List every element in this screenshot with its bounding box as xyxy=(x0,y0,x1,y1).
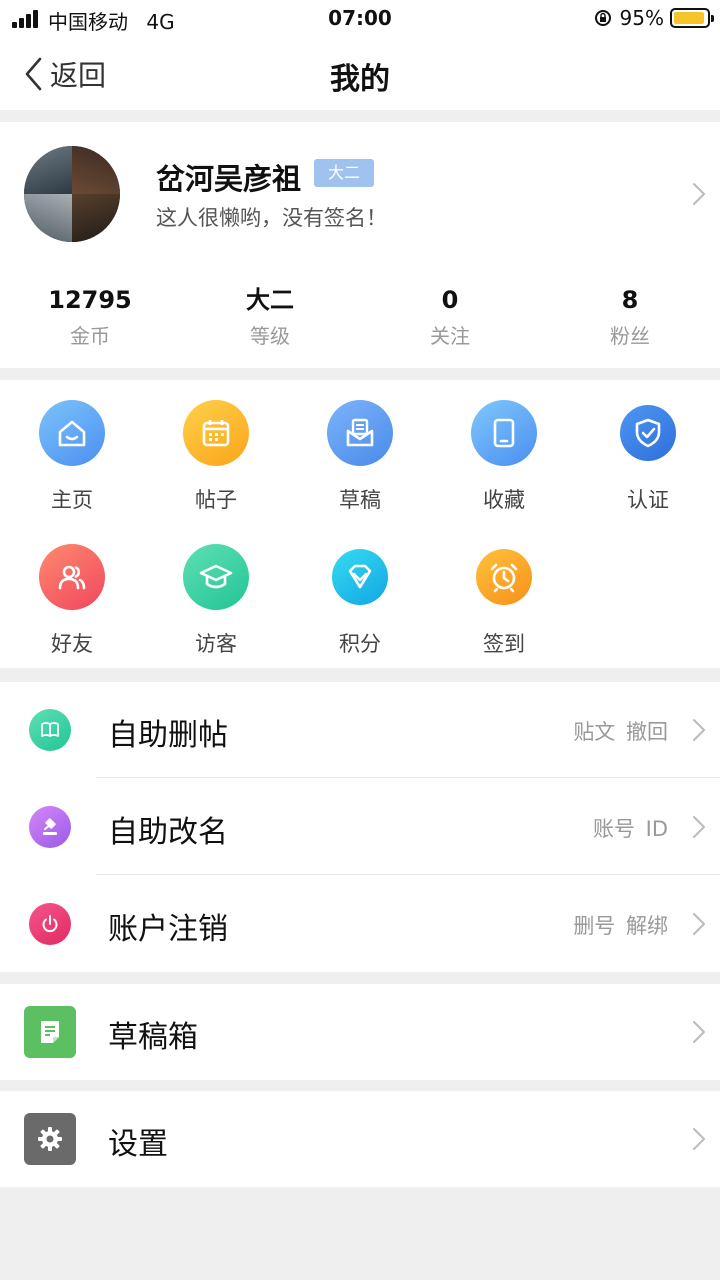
menu-item-rename[interactable]: 自助改名 账号 ID xyxy=(0,779,720,875)
grid-label: 收藏 xyxy=(483,488,525,512)
avatar[interactable] xyxy=(24,146,120,242)
stat-value: 0 xyxy=(441,286,459,314)
grid-item-visitors[interactable]: 访客 xyxy=(144,524,288,656)
grid-label: 好友 xyxy=(51,632,93,656)
shield-check-icon xyxy=(620,405,676,461)
power-icon xyxy=(29,903,71,945)
status-bar: 中国移动 4G 07:00 95% xyxy=(0,0,720,40)
level-badge: 大二 xyxy=(314,159,374,187)
chevron-right-icon xyxy=(693,816,705,838)
tablet-icon xyxy=(471,400,537,466)
battery-icon xyxy=(670,8,714,28)
stat-label: 关注 xyxy=(430,324,470,348)
menu-item-drafts[interactable]: 草稿箱 xyxy=(0,984,720,1080)
grid-label: 帖子 xyxy=(195,488,237,512)
grid-item-checkin[interactable]: 签到 xyxy=(432,524,576,656)
grid-label: 主页 xyxy=(51,488,93,512)
friends-icon xyxy=(39,544,105,610)
stat-value: 8 xyxy=(621,286,639,314)
document-icon xyxy=(24,1006,76,1058)
grid-item-friends[interactable]: 好友 xyxy=(0,524,144,656)
grid-label: 草稿 xyxy=(339,488,381,512)
profile-name: 岔河吴彦祖 xyxy=(156,162,302,196)
stat-value: 大二 xyxy=(246,286,294,314)
stat-value: 12795 xyxy=(48,286,132,314)
profile-signature: 这人很懒哟，没有签名！ xyxy=(156,206,387,230)
menu-group-settings: 设置 xyxy=(0,1091,720,1187)
menu-hint: 贴文 撤回 xyxy=(573,720,668,744)
menu-label: 自助删帖 xyxy=(108,718,228,753)
grid-label: 认证 xyxy=(627,488,669,512)
grid-item-drafts[interactable]: 草稿 xyxy=(288,380,432,512)
menu-item-cancel-account[interactable]: 账户注销 删号 解绑 xyxy=(0,876,720,972)
grid-label: 积分 xyxy=(339,632,381,656)
chevron-right-icon[interactable] xyxy=(692,182,706,206)
stat-followers[interactable]: 8 粉丝 xyxy=(540,284,720,354)
gear-icon xyxy=(24,1113,76,1165)
menu-label: 草稿箱 xyxy=(108,1020,198,1055)
grid-item-favorites[interactable]: 收藏 xyxy=(432,380,576,512)
grid-item-posts[interactable]: 帖子 xyxy=(144,380,288,512)
menu-label: 自助改名 xyxy=(108,815,228,850)
graduation-cap-icon xyxy=(183,544,249,610)
grid-label: 访客 xyxy=(195,632,237,656)
gavel-icon xyxy=(29,806,71,848)
home-icon xyxy=(39,400,105,466)
envelope-icon xyxy=(327,400,393,466)
stat-label: 粉丝 xyxy=(610,324,650,348)
status-right: 95% xyxy=(594,6,714,30)
rotation-lock-icon xyxy=(594,10,611,26)
stat-coins[interactable]: 12795 金币 xyxy=(0,284,180,354)
chevron-right-icon xyxy=(693,1128,705,1150)
grid-item-points[interactable]: 积分 xyxy=(288,524,432,656)
chevron-right-icon xyxy=(693,719,705,741)
chevron-right-icon xyxy=(693,1021,705,1043)
profile-stats: 12795 金币 大二 等级 0 关注 8 粉丝 xyxy=(0,284,720,354)
menu-item-settings[interactable]: 设置 xyxy=(0,1091,720,1187)
battery-fill xyxy=(674,12,705,24)
battery-percent: 95% xyxy=(619,6,664,30)
menu-label: 账户注销 xyxy=(108,912,228,947)
stat-label: 等级 xyxy=(250,324,290,348)
profile-card[interactable]: 岔河吴彦祖 大二 这人很懒哟，没有签名！ 12795 金币 大二 等级 0 关注… xyxy=(0,122,720,368)
divider xyxy=(96,874,720,875)
alarm-clock-icon xyxy=(476,549,532,605)
function-grid: 主页 帖子 草稿 收藏 认证 好友 访客 积分 签到 xyxy=(0,380,720,668)
menu-group-account: 自助删帖 贴文 撤回 自助改名 账号 ID 账户注销 删号 解绑 xyxy=(0,682,720,972)
menu-hint: 删号 解绑 xyxy=(573,914,668,938)
calendar-icon xyxy=(183,400,249,466)
stat-following[interactable]: 0 关注 xyxy=(360,284,540,354)
nav-bar: 返回 我的 xyxy=(0,40,720,110)
book-icon xyxy=(29,709,71,751)
grid-item-home[interactable]: 主页 xyxy=(0,380,144,512)
diamond-icon xyxy=(332,549,388,605)
divider xyxy=(96,777,720,778)
chevron-right-icon xyxy=(693,913,705,935)
menu-hint: 账号 ID xyxy=(592,817,668,841)
menu-item-delete-post[interactable]: 自助删帖 贴文 撤回 xyxy=(0,682,720,778)
menu-group-drafts: 草稿箱 xyxy=(0,984,720,1080)
menu-label: 设置 xyxy=(108,1127,168,1162)
stat-label: 金币 xyxy=(70,324,110,348)
stat-level[interactable]: 大二 等级 xyxy=(180,284,360,354)
grid-label: 签到 xyxy=(483,632,525,656)
page-title: 我的 xyxy=(330,62,390,97)
grid-item-verify[interactable]: 认证 xyxy=(576,380,720,512)
